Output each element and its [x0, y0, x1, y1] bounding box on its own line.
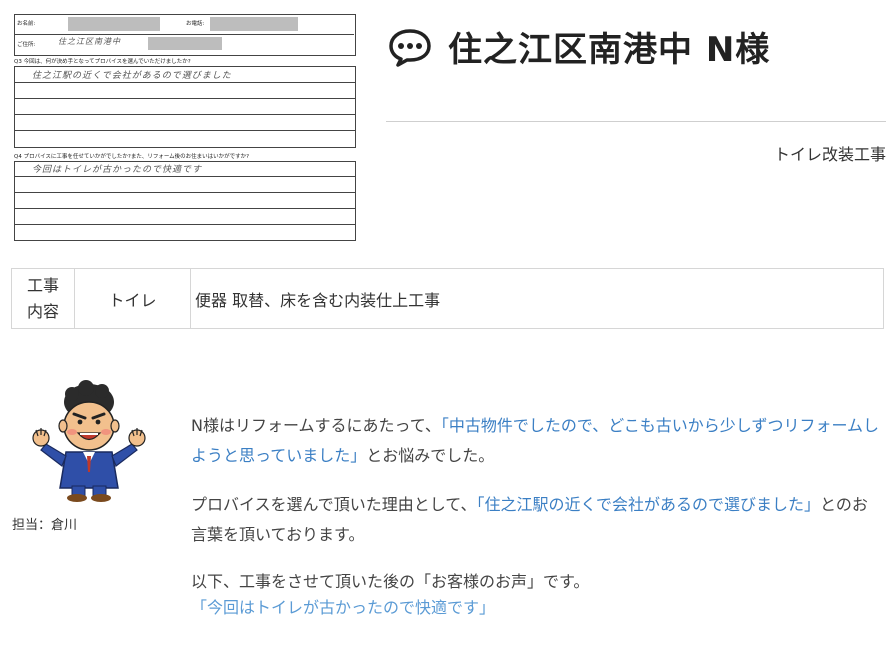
paragraph-reason: プロバイスを選んで頂いた理由として、「住之江駅の近くで会社があるので選びました」… — [191, 490, 881, 550]
q3-handwriting: 住之江駅の近くで会社があるので選びました — [32, 71, 232, 81]
work-label-line1: 工事 — [26, 275, 59, 295]
customer-voice-quote: 「今回はトイレが古かったので快適です」 — [191, 598, 496, 617]
q3-label: Q3 今回は、何が決め手となってプロバイスを選んでいただけましたか? — [14, 59, 191, 65]
paragraph-concern: N様はリフォームするにあたって、「中古物件でしたので、どこも古いから少しずつリフ… — [191, 411, 881, 471]
heading-divider — [386, 121, 886, 122]
address-redaction — [148, 37, 222, 50]
work-detail-cell: 便器 取替、床を含む内装仕上工事 — [190, 268, 884, 329]
paragraph-voice: 以下、工事をさせて頂いた後の「お客様のお声」です。 「今回はトイレが古かったので… — [191, 569, 881, 621]
work-type-subtitle: トイレ改装工事 — [773, 145, 886, 164]
q4-label: Q4 プロバイスに工事を任せていかがでしたか?また、リフォーム後のお住まいはいか… — [14, 154, 250, 160]
table-row: 工事 内容 トイレ 便器 取替、床を含む内装仕上工事 — [11, 268, 884, 329]
staff-avatar — [32, 380, 146, 502]
work-label-cell: 工事 内容 — [11, 268, 75, 329]
q3-line — [14, 82, 356, 83]
review-content: N様はリフォームするにあたって、「中古物件でしたので、どこも古いから少しずつリフ… — [191, 411, 881, 640]
info-divider — [14, 34, 354, 35]
name-redaction — [68, 17, 160, 31]
paragraph-text: プロバイスを選んで頂いた理由として、 — [191, 495, 477, 514]
q4-line — [14, 208, 356, 209]
questionnaire-scan: お名前: お電話: ご住所: 住之江区南港中 Q3 今回は、何が決め手となってプ… — [10, 10, 360, 242]
work-label-line2: 内容 — [26, 301, 59, 321]
address-handwriting: 住之江区南港中 — [58, 37, 121, 46]
work-table: 工事 内容 トイレ 便器 取替、床を含む内装仕上工事 — [11, 268, 884, 329]
name-label: お名前: — [17, 21, 36, 27]
q4-line — [14, 224, 356, 225]
q4-line — [14, 176, 356, 177]
speech-bubble-icon — [389, 28, 431, 67]
page-heading: 住之江区南港中 N様 — [388, 22, 770, 71]
q4-line — [14, 192, 356, 193]
paragraph-text: N様はリフォームするにあたって、 — [191, 416, 441, 435]
phone-label: お電話: — [186, 21, 205, 27]
address-label: ご住所: — [17, 42, 36, 48]
q3-line — [14, 130, 356, 131]
paragraph-text: 以下、工事をさせて頂いた後の「お客様のお声」です。 — [191, 572, 590, 591]
work-category-cell: トイレ — [74, 268, 191, 329]
phone-redaction — [210, 17, 298, 31]
q3-line — [14, 114, 356, 115]
page-title: 住之江区南港中 N様 — [448, 30, 771, 70]
q4-handwriting: 今回はトイレが古かったので快適です — [32, 165, 203, 175]
staff-label: 担当：倉川 — [12, 518, 78, 533]
q3-line — [14, 98, 356, 99]
paragraph-text: とお悩みでした。 — [366, 446, 495, 465]
customer-quote: 「住之江駅の近くで会社があるので選びました」 — [476, 495, 820, 514]
